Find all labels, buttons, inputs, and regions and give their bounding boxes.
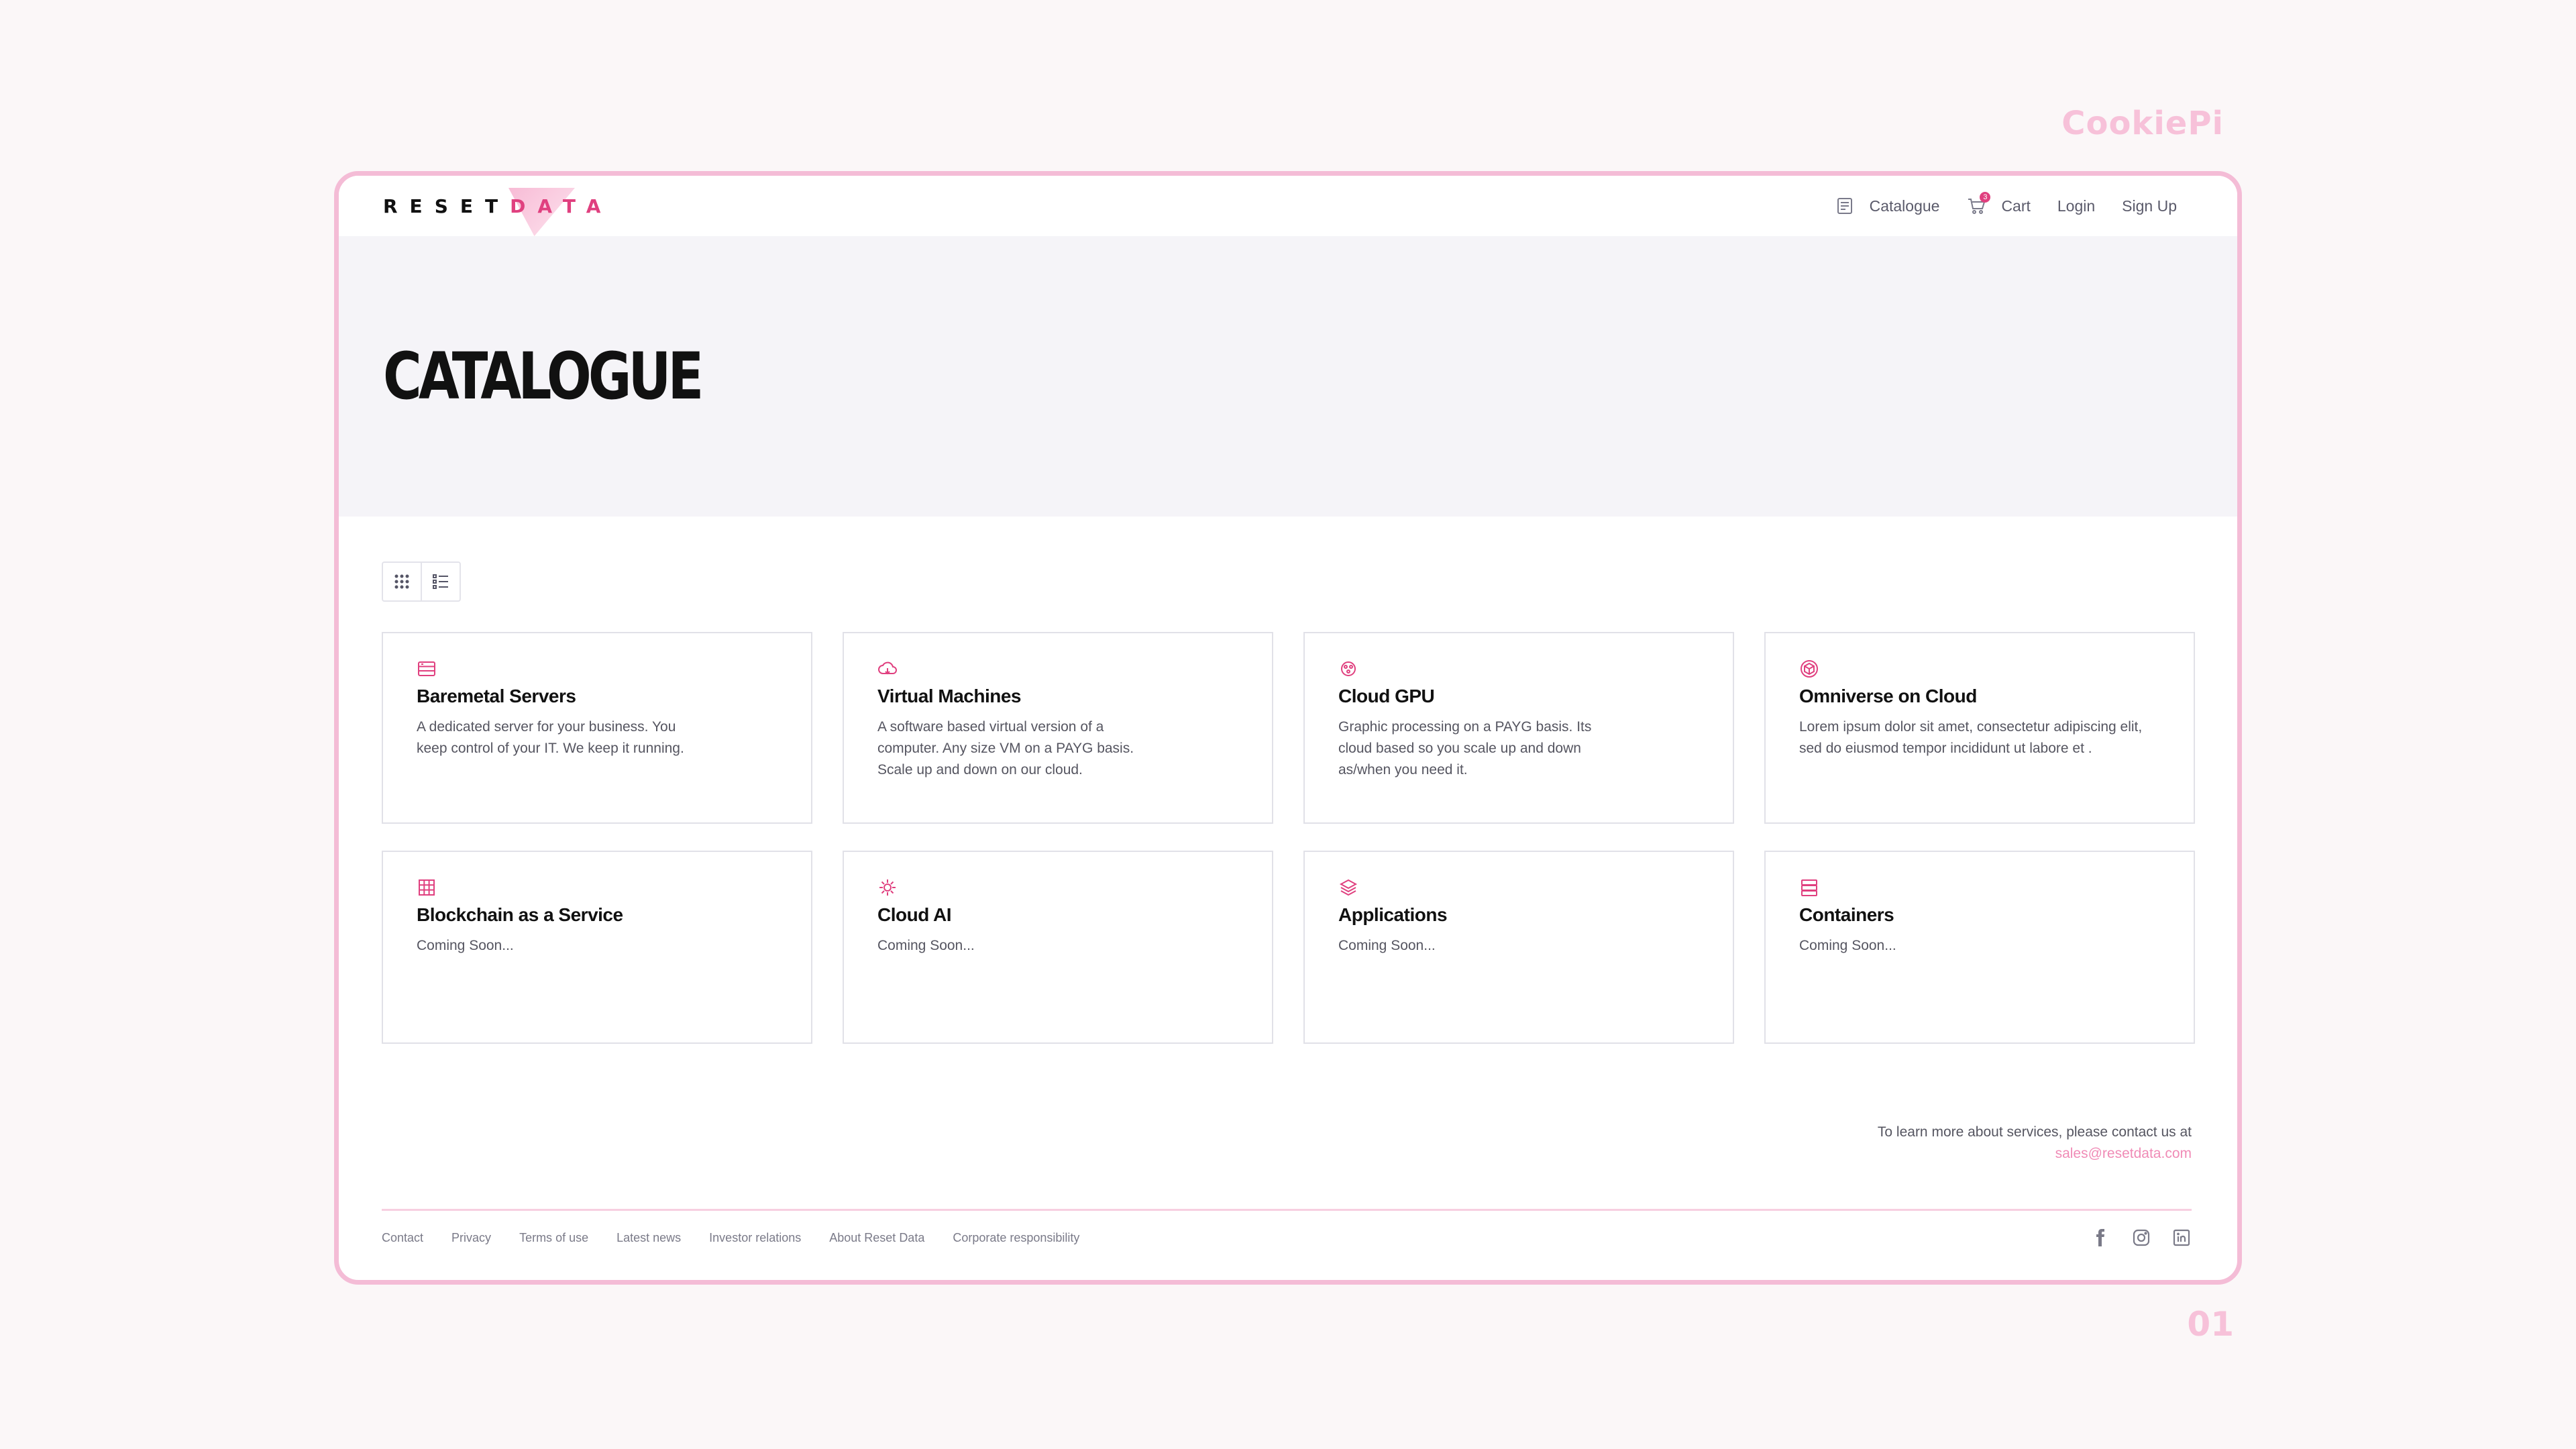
hero-banner: CATALOGUE <box>339 236 2237 517</box>
blockchain-icon <box>417 877 437 898</box>
list-view-button[interactable] <box>422 563 460 600</box>
gpu-icon <box>1338 659 1358 679</box>
footer-link-news[interactable]: Latest news <box>616 1231 681 1245</box>
footer: Contact Privacy Terms of use Latest news… <box>382 1228 2192 1248</box>
card-title: Cloud AI <box>877 904 952 925</box>
cart-count-badge: 3 <box>1980 192 1991 203</box>
card-cloud-gpu[interactable]: Cloud GPU Graphic processing on a PAYG b… <box>1303 632 1734 824</box>
card-description: Lorem ipsum dolor sit amet, consectetur … <box>1799 719 2143 756</box>
grid-view-button[interactable] <box>383 563 422 600</box>
card-title: Baremetal Servers <box>417 686 576 706</box>
logo-text-data: DATA <box>510 195 613 217</box>
view-toggle <box>382 561 461 602</box>
browser-frame: RESET DATA Catalogue 3 Cart Login Sign U… <box>334 171 2242 1285</box>
social-links <box>2091 1228 2192 1248</box>
server-icon <box>417 659 437 679</box>
grid-icon <box>394 574 409 589</box>
catalogue-grid: Baremetal Servers A dedicated server for… <box>382 632 2195 1044</box>
card-baremetal-servers[interactable]: Baremetal Servers A dedicated server for… <box>382 632 812 824</box>
card-description: Coming Soon... <box>417 938 514 953</box>
nav-signup[interactable]: Sign Up <box>2122 197 2177 215</box>
footer-link-corporate[interactable]: Corporate responsibility <box>953 1231 1079 1245</box>
container-icon <box>1799 877 1819 898</box>
card-description: A software based virtual version of a co… <box>877 719 1134 777</box>
footer-divider <box>382 1209 2192 1211</box>
card-description: Coming Soon... <box>1338 938 1436 953</box>
contact-text: To learn more about services, please con… <box>1877 1124 2192 1140</box>
nav-catalogue[interactable]: Catalogue <box>1835 196 1940 216</box>
ai-icon <box>877 877 898 898</box>
cart-icon: 3 <box>1966 192 1991 216</box>
footer-link-investors[interactable]: Investor relations <box>709 1231 801 1245</box>
list-icon <box>433 574 448 589</box>
card-virtual-machines[interactable]: Virtual Machines A software based virtua… <box>843 632 1273 824</box>
footer-link-privacy[interactable]: Privacy <box>451 1231 491 1245</box>
footer-link-contact[interactable]: Contact <box>382 1231 423 1245</box>
card-title: Cloud GPU <box>1338 686 1435 706</box>
nav-login[interactable]: Login <box>2057 197 2095 215</box>
card-description: Coming Soon... <box>877 938 975 953</box>
card-cloud-ai[interactable]: Cloud AI Coming Soon... <box>843 851 1273 1044</box>
card-title: Applications <box>1338 904 1448 925</box>
card-blockchain-as-a-service[interactable]: Blockchain as a Service Coming Soon... <box>382 851 812 1044</box>
card-description: Graphic processing on a PAYG basis. Its … <box>1338 719 1592 777</box>
nav-cart-label: Cart <box>2001 197 2031 215</box>
logo[interactable]: RESET DATA <box>383 176 612 236</box>
nav-links: Catalogue 3 Cart Login Sign Up <box>1835 192 2177 216</box>
watermark-brand: CookiePi <box>2061 105 2224 142</box>
card-description: Coming Soon... <box>1799 938 1896 953</box>
card-title: Omniverse on Cloud <box>1799 686 1977 706</box>
layers-icon <box>1338 877 1358 898</box>
card-description: A dedicated server for your business. Yo… <box>417 719 684 756</box>
card-title: Blockchain as a Service <box>417 904 623 925</box>
catalogue-icon <box>1835 196 1855 216</box>
card-omniverse-on-cloud[interactable]: Omniverse on Cloud Lorem ipsum dolor sit… <box>1764 632 2195 824</box>
card-title: Virtual Machines <box>877 686 1022 706</box>
nav-catalogue-label: Catalogue <box>1869 197 1940 215</box>
card-containers[interactable]: Containers Coming Soon... <box>1764 851 2195 1044</box>
instagram-icon[interactable] <box>2131 1228 2151 1248</box>
linkedin-icon[interactable] <box>2171 1228 2192 1248</box>
card-title: Containers <box>1799 904 1894 925</box>
card-applications[interactable]: Applications Coming Soon... <box>1303 851 1734 1044</box>
contact-info: To learn more about services, please con… <box>1878 1122 2192 1165</box>
page-title: CATALOGUE <box>383 339 704 414</box>
top-nav: RESET DATA Catalogue 3 Cart Login Sign U… <box>339 176 2237 236</box>
contact-email-link[interactable]: sales@resetdata.com <box>2055 1146 2192 1161</box>
footer-link-terms[interactable]: Terms of use <box>519 1231 588 1245</box>
nav-cart[interactable]: 3 Cart <box>1966 192 2031 216</box>
logo-text-reset: RESET <box>383 195 511 217</box>
page-number: 01 <box>2187 1305 2234 1344</box>
cube-icon <box>1799 659 1819 679</box>
footer-links: Contact Privacy Terms of use Latest news… <box>382 1231 1079 1245</box>
cloud-icon <box>877 659 898 679</box>
facebook-icon[interactable] <box>2091 1228 2111 1248</box>
footer-link-about[interactable]: About Reset Data <box>829 1231 924 1245</box>
